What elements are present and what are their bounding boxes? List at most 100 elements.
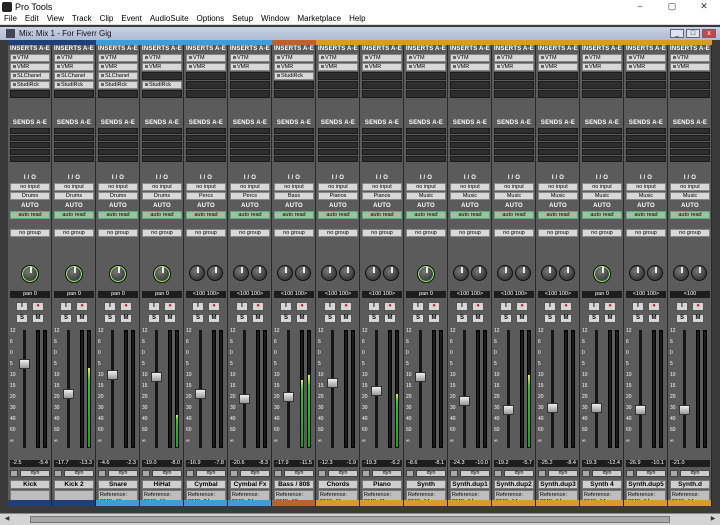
solo-button[interactable]: S xyxy=(324,314,336,323)
insert-slot[interactable]: VMR xyxy=(142,63,182,71)
track-comment[interactable]: Reference: RMS -14 xyxy=(494,490,534,500)
group-selector[interactable]: no group xyxy=(186,229,226,237)
insert-slot[interactable] xyxy=(230,81,270,89)
scroll-right-icon[interactable]: ▶ xyxy=(708,515,718,524)
send-slot[interactable] xyxy=(670,128,710,134)
volume-fader[interactable] xyxy=(503,405,514,415)
solo-button[interactable]: S xyxy=(456,314,468,323)
send-slot[interactable] xyxy=(494,142,534,148)
track-name[interactable]: Synth.d xyxy=(670,480,710,489)
send-slot[interactable] xyxy=(538,156,578,162)
pan-right-knob-icon[interactable] xyxy=(691,265,707,281)
track-comment[interactable]: Reference: RMS -14 xyxy=(538,490,578,500)
send-slot[interactable] xyxy=(142,135,182,141)
record-enable-button[interactable]: ● xyxy=(428,302,440,311)
insert-slot[interactable]: VMR xyxy=(626,63,666,71)
menu-item-view[interactable]: View xyxy=(43,14,68,23)
pan-right-knob-icon[interactable] xyxy=(295,265,311,281)
send-slot[interactable] xyxy=(186,135,226,141)
insert-slot[interactable]: VTM xyxy=(10,54,50,62)
dyn-button[interactable]: dyn xyxy=(196,470,226,477)
insert-slot[interactable]: VMR xyxy=(450,63,490,71)
input-selector[interactable]: no input xyxy=(274,183,314,191)
pan-right-knob-icon[interactable] xyxy=(339,265,355,281)
send-slot[interactable] xyxy=(318,142,358,148)
insert-slot[interactable] xyxy=(670,90,710,98)
send-slot[interactable] xyxy=(186,128,226,134)
send-slot[interactable] xyxy=(670,142,710,148)
lock-icon[interactable] xyxy=(142,470,150,477)
output-selector[interactable]: Music xyxy=(538,192,578,200)
group-selector[interactable]: no group xyxy=(230,229,270,237)
group-selector[interactable]: no group xyxy=(362,229,402,237)
mute-button[interactable]: M xyxy=(648,314,660,323)
output-selector[interactable]: Music xyxy=(406,192,446,200)
group-selector[interactable]: no group xyxy=(406,229,446,237)
mute-button[interactable]: M xyxy=(164,314,176,323)
send-slot[interactable] xyxy=(274,156,314,162)
mute-button[interactable]: M xyxy=(560,314,572,323)
send-slot[interactable] xyxy=(230,135,270,141)
insert-slot[interactable]: VMR xyxy=(98,63,138,71)
send-slot[interactable] xyxy=(230,128,270,134)
send-slot[interactable] xyxy=(538,135,578,141)
insert-slot[interactable] xyxy=(538,72,578,80)
record-enable-button[interactable]: ● xyxy=(560,302,572,311)
track-comment[interactable]: Reference: RMS -11 xyxy=(362,490,402,500)
input-selector[interactable]: no input xyxy=(626,183,666,191)
automation-mode-selector[interactable]: auto read xyxy=(142,211,182,219)
menu-item-event[interactable]: Event xyxy=(117,14,145,23)
solo-button[interactable]: S xyxy=(104,314,116,323)
scrollbar-thumb[interactable] xyxy=(30,516,670,523)
send-slot[interactable] xyxy=(450,135,490,141)
pan-left-knob-icon[interactable] xyxy=(673,265,689,281)
mute-button[interactable]: M xyxy=(120,314,132,323)
volume-fader[interactable] xyxy=(327,377,338,388)
send-slot[interactable] xyxy=(362,135,402,141)
solo-button[interactable]: S xyxy=(676,314,688,323)
pan-left-knob-icon[interactable] xyxy=(321,265,337,281)
automation-mode-selector[interactable]: auto read xyxy=(230,211,270,219)
insert-slot[interactable] xyxy=(670,81,710,89)
insert-slot[interactable]: VMR xyxy=(10,63,50,71)
insert-slot[interactable] xyxy=(142,72,182,80)
insert-slot[interactable] xyxy=(494,81,534,89)
insert-slot[interactable] xyxy=(670,72,710,80)
volume-fader[interactable] xyxy=(679,405,690,415)
input-monitor-button[interactable]: I xyxy=(500,302,512,311)
output-selector[interactable]: Drums xyxy=(10,192,50,200)
insert-slot[interactable] xyxy=(362,90,402,98)
pan-knob-icon[interactable] xyxy=(593,265,611,283)
solo-button[interactable]: S xyxy=(192,314,204,323)
send-slot[interactable] xyxy=(582,142,622,148)
insert-slot[interactable] xyxy=(274,81,314,89)
send-slot[interactable] xyxy=(406,149,446,155)
lock-icon[interactable] xyxy=(274,470,282,477)
record-enable-button[interactable]: ● xyxy=(120,302,132,311)
insert-slot[interactable]: StudiRck xyxy=(142,81,182,89)
send-slot[interactable] xyxy=(538,142,578,148)
insert-slot[interactable]: VMR xyxy=(274,63,314,71)
insert-slot[interactable]: VMR xyxy=(406,63,446,71)
output-selector[interactable]: Percs xyxy=(230,192,270,200)
send-slot[interactable] xyxy=(10,128,50,134)
insert-slot[interactable] xyxy=(186,90,226,98)
pan-knob-icon[interactable] xyxy=(65,265,83,283)
record-enable-button[interactable]: ● xyxy=(516,302,528,311)
insert-slot[interactable]: StudiRck xyxy=(54,81,94,89)
send-slot[interactable] xyxy=(230,156,270,162)
mute-button[interactable]: M xyxy=(252,314,264,323)
dyn-button[interactable]: dyn xyxy=(548,470,578,477)
send-slot[interactable] xyxy=(54,142,94,148)
insert-slot[interactable] xyxy=(538,90,578,98)
send-slot[interactable] xyxy=(10,135,50,141)
pan-left-knob-icon[interactable] xyxy=(233,265,249,281)
insert-slot[interactable]: VTM xyxy=(318,54,358,62)
dyn-button[interactable]: dyn xyxy=(372,470,402,477)
insert-slot[interactable]: VTM xyxy=(538,54,578,62)
send-slot[interactable] xyxy=(274,128,314,134)
send-slot[interactable] xyxy=(54,156,94,162)
track-name[interactable]: Kick 2 xyxy=(54,480,94,489)
group-selector[interactable]: no group xyxy=(142,229,182,237)
group-selector[interactable]: no group xyxy=(494,229,534,237)
